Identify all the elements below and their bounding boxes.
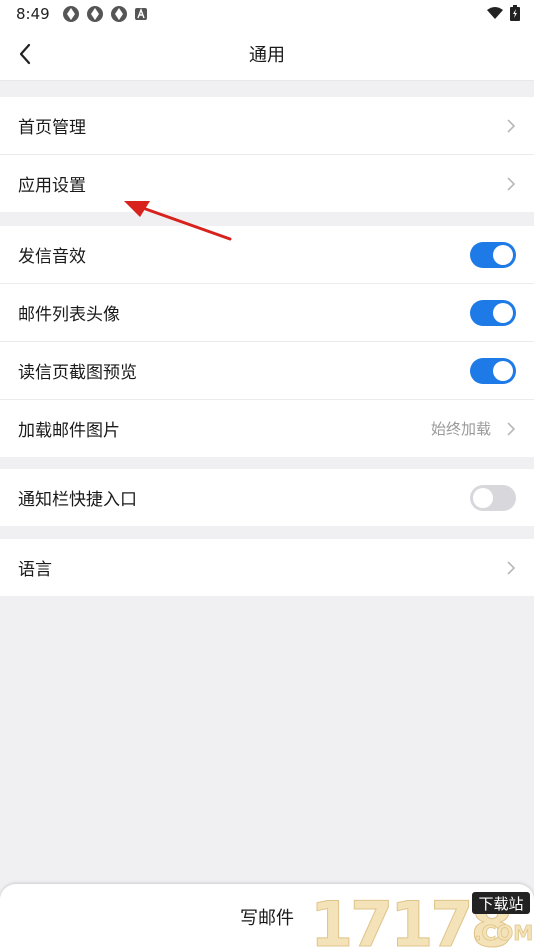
screenshot-preview-toggle[interactable] <box>470 357 516 384</box>
settings-item-label: 首页管理 <box>18 118 86 138</box>
settings-item-label: 发信音效 <box>18 247 86 267</box>
settings-group-home: 首页管理 应用设置 <box>0 97 534 212</box>
settings-item-home-management[interactable]: 首页管理 <box>0 97 534 155</box>
settings-item-label: 应用设置 <box>18 176 86 196</box>
wifi-icon <box>487 7 503 19</box>
status-bar: 8:49 <box>0 0 534 28</box>
settings-item-label: 读信页截图预览 <box>18 363 137 383</box>
settings-item-list-avatar: 邮件列表头像 <box>0 284 534 342</box>
battery-icon <box>510 5 520 21</box>
settings-item-language[interactable]: 语言 <box>0 539 534 596</box>
settings-item-label: 邮件列表头像 <box>18 305 120 325</box>
a-icon <box>134 8 147 20</box>
settings-group-mail: 发信音效 邮件列表头像 读信页截图预览 加载邮件图片 始终加载 <box>0 226 534 457</box>
load-images-value: 始终加载 <box>430 420 491 438</box>
settings-item-load-images[interactable]: 加载邮件图片 始终加载 <box>0 400 534 457</box>
top-app-bar: 通用 <box>0 28 534 81</box>
status-right-icons <box>486 5 520 21</box>
settings-group-notification: 通知栏快捷入口 <box>0 469 534 526</box>
notification-icons <box>62 5 148 23</box>
compose-bar: 写邮件 <box>0 884 534 950</box>
toggle-knob <box>493 360 513 381</box>
toggle-knob <box>493 244 513 265</box>
notification-shortcut-toggle[interactable] <box>470 484 516 511</box>
send-sound-toggle[interactable] <box>470 241 516 268</box>
toggle-knob <box>473 487 493 508</box>
status-time: 8:49 <box>16 5 50 23</box>
chevron-right-icon <box>507 421 516 436</box>
app-icon <box>110 6 127 22</box>
list-avatar-toggle[interactable] <box>470 299 516 326</box>
toggle-knob <box>493 302 513 323</box>
page-title: 通用 <box>249 45 285 66</box>
settings-item-screenshot-preview: 读信页截图预览 <box>0 342 534 400</box>
app-icon <box>62 6 79 22</box>
settings-item-app-settings[interactable]: 应用设置 <box>0 155 534 212</box>
settings-item-send-sound: 发信音效 <box>0 226 534 284</box>
settings-item-label: 加载邮件图片 <box>18 421 120 441</box>
settings-item-notification-shortcut: 通知栏快捷入口 <box>0 469 534 526</box>
chevron-right-icon <box>507 176 516 191</box>
settings-item-label: 语言 <box>18 560 52 580</box>
chevron-right-icon <box>507 118 516 133</box>
chevron-right-icon <box>507 560 516 575</box>
settings-group-language: 语言 <box>0 539 534 596</box>
app-icon <box>86 6 103 22</box>
compose-button[interactable]: 写邮件 <box>0 904 534 930</box>
settings-item-label: 通知栏快捷入口 <box>18 490 137 510</box>
